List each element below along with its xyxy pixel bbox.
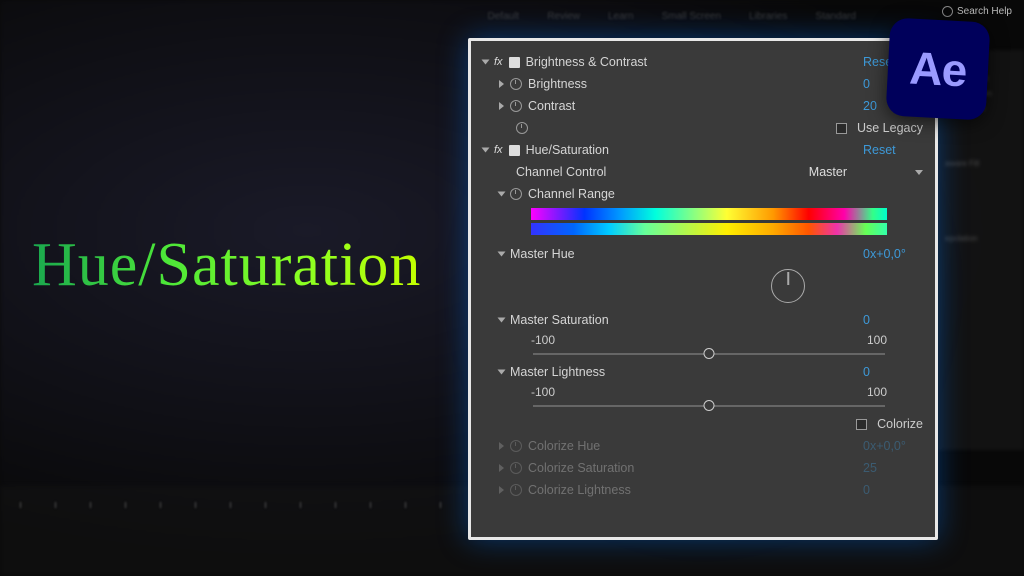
prop-brightness: Brightness 0 [483, 73, 923, 95]
fx-icon[interactable]: fx [494, 56, 503, 68]
stopwatch-icon[interactable] [510, 188, 522, 200]
prop-colorize-lightness: Colorize Lightness 0 [483, 479, 923, 501]
hue-spectrum-bottom[interactable] [531, 223, 887, 235]
channel-control-dropdown[interactable]: Master [809, 165, 923, 179]
legacy-checkbox[interactable] [836, 123, 847, 134]
effect-brightness-contrast-header[interactable]: fx Brightness & Contrast Reset [483, 51, 923, 73]
prop-channel-range: Channel Range [483, 183, 923, 205]
fx-icon[interactable]: fx [494, 144, 503, 156]
effect-name: Hue/Saturation [526, 143, 857, 157]
effect-badge-icon [509, 145, 520, 156]
prop-legacy: Use Legacy [483, 117, 923, 139]
stopwatch-icon[interactable] [510, 100, 522, 112]
lightness-slider[interactable]: -100 100 [531, 385, 887, 407]
stopwatch-icon [510, 440, 522, 452]
disclosure-icon[interactable] [498, 192, 506, 197]
effect-name: Brightness & Contrast [526, 55, 857, 69]
effect-controls-panel: fx Brightness & Contrast Reset Brightnes… [468, 38, 938, 540]
disclosure-icon [499, 442, 504, 450]
stopwatch-icon[interactable] [516, 122, 528, 134]
stopwatch-icon [510, 484, 522, 496]
chevron-down-icon [915, 170, 923, 175]
disclosure-icon[interactable] [498, 252, 506, 257]
hue-spectrum-top[interactable] [531, 208, 887, 220]
prop-master-saturation: Master Saturation 0 [483, 309, 923, 331]
slider-thumb[interactable] [704, 400, 715, 411]
prop-colorize: Colorize [483, 413, 923, 435]
effect-badge-icon [509, 57, 520, 68]
disclosure-icon[interactable] [498, 370, 506, 375]
master-light-value[interactable]: 0 [863, 365, 923, 379]
disclosure-icon[interactable] [499, 102, 504, 110]
prop-channel-control: Channel Control Master [483, 161, 923, 183]
disclosure-icon[interactable] [499, 80, 504, 88]
saturation-slider[interactable]: -100 100 [531, 333, 887, 355]
prop-colorize-hue: Colorize Hue 0x+0,0° [483, 435, 923, 457]
stopwatch-icon[interactable] [510, 78, 522, 90]
reset-link[interactable]: Reset [863, 143, 923, 157]
colorize-checkbox[interactable] [856, 419, 867, 430]
slider-thumb[interactable] [704, 348, 715, 359]
prop-master-lightness: Master Lightness 0 [483, 361, 923, 383]
prop-colorize-saturation: Colorize Saturation 25 [483, 457, 923, 479]
master-sat-value[interactable]: 0 [863, 313, 923, 327]
workspace-menu: Default Review Learn Small Screen Librar… [0, 6, 1024, 26]
disclosure-icon[interactable] [498, 318, 506, 323]
effect-hue-saturation-header[interactable]: fx Hue/Saturation Reset [483, 139, 923, 161]
disclosure-icon [499, 486, 504, 494]
hue-dial[interactable] [771, 269, 805, 303]
after-effects-logo: Ae [886, 17, 991, 120]
disclosure-icon[interactable] [482, 148, 490, 153]
prop-contrast: Contrast 20 [483, 95, 923, 117]
stopwatch-icon [510, 462, 522, 474]
master-hue-value[interactable]: 0x+0,0° [863, 247, 923, 261]
prop-master-hue: Master Hue 0x+0,0° [483, 243, 923, 265]
title-graphic: Hue/Saturation [32, 230, 421, 301]
search-help[interactable]: Search Help [942, 6, 1012, 17]
disclosure-icon[interactable] [482, 60, 490, 65]
disclosure-icon [499, 464, 504, 472]
